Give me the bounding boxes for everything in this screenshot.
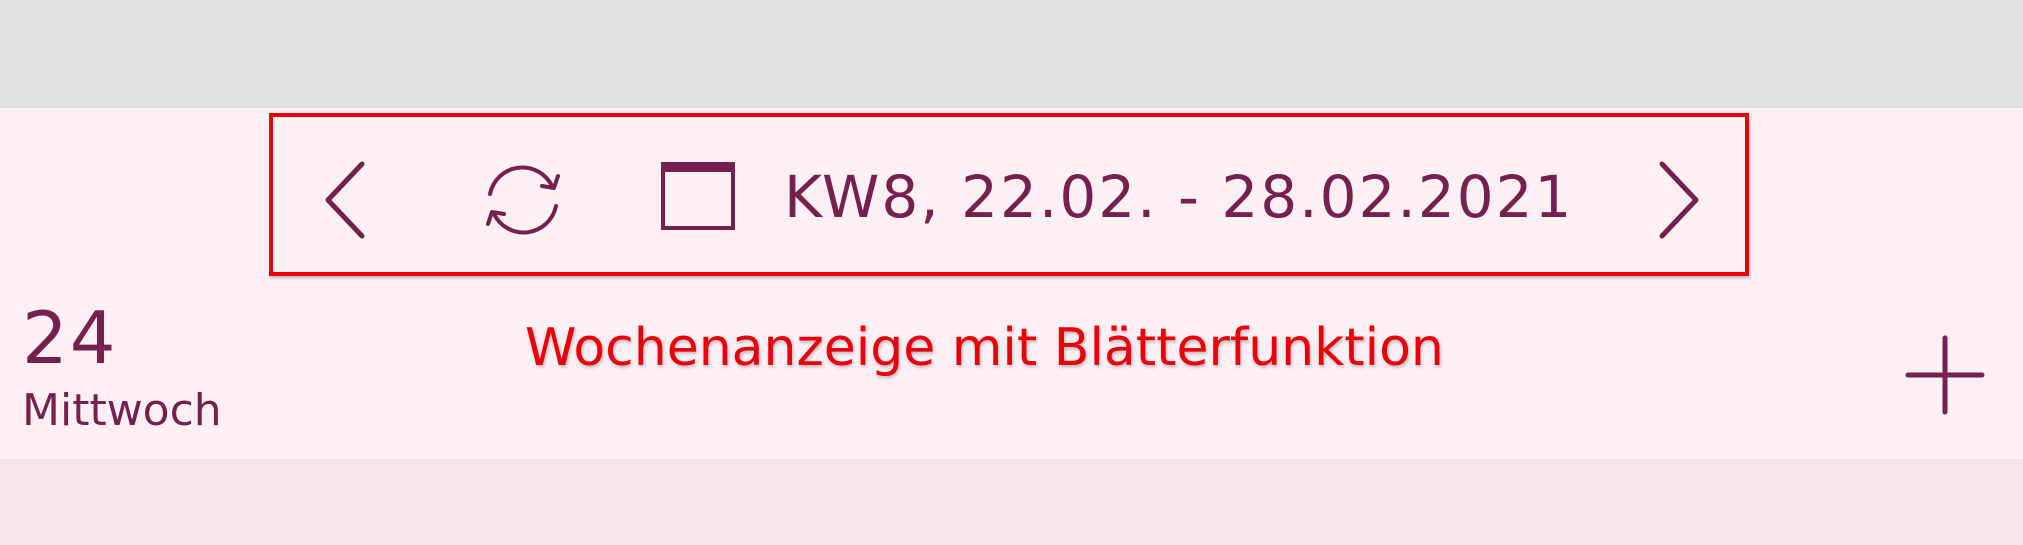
plus-icon [1900, 330, 1990, 420]
next-week-button[interactable] [1638, 150, 1714, 250]
add-entry-button[interactable] [1900, 330, 1990, 420]
annotation-label: Wochenanzeige mit Blätterfunktion [525, 318, 1444, 378]
calendar-icon [655, 156, 741, 236]
day-number: 24 [22, 296, 118, 380]
chevron-right-icon [1638, 150, 1714, 250]
content-area [0, 459, 2023, 545]
week-range-label[interactable]: KW8, 22.02. - 28.02.2021 [784, 152, 1573, 242]
calendar-picker-button[interactable] [655, 156, 741, 236]
status-strip [0, 0, 2023, 108]
refresh-icon [470, 152, 576, 248]
previous-week-button[interactable] [310, 150, 386, 250]
chevron-left-icon [310, 150, 386, 250]
refresh-button[interactable] [470, 152, 576, 248]
day-name: Mittwoch [22, 385, 222, 436]
